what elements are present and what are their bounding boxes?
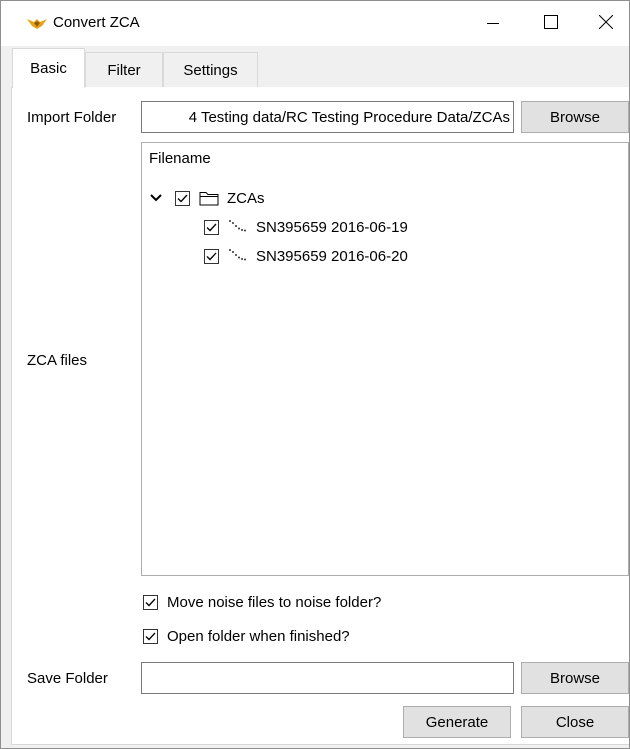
tree-file-label: SN395659 2016-06-20 [256, 247, 408, 265]
open-folder-label[interactable]: Open folder when finished? [167, 628, 350, 645]
open-folder-option[interactable]: Open folder when finished? [143, 625, 350, 647]
minimize-icon [487, 16, 499, 33]
folder-icon [199, 190, 219, 206]
maximize-button[interactable] [528, 1, 574, 47]
title-bar[interactable]: Convert ZCA [1, 0, 629, 46]
tab-basic[interactable]: Basic [12, 48, 85, 88]
tab-settings[interactable]: Settings [163, 52, 258, 87]
app-logo-icon [26, 16, 48, 32]
save-folder-label: Save Folder [27, 670, 108, 687]
move-noise-option[interactable]: Move noise files to noise folder? [143, 591, 381, 613]
root-checkbox[interactable] [175, 190, 190, 206]
close-icon [598, 14, 614, 33]
tab-filter[interactable]: Filter [85, 52, 163, 87]
tree-root-item[interactable]: ZCAs [149, 187, 265, 209]
maximize-icon [544, 15, 558, 33]
tree-file-item[interactable]: SN395659 2016-06-20 [204, 245, 408, 267]
move-noise-label[interactable]: Move noise files to noise folder? [167, 594, 381, 611]
convert-zca-window: Convert ZCA Basic Filter Settings Import… [0, 0, 630, 749]
file-checkbox[interactable] [204, 219, 219, 235]
generate-button[interactable]: Generate [403, 706, 511, 738]
filename-column-header[interactable]: Filename [149, 150, 211, 167]
close-button[interactable]: Close [521, 706, 629, 738]
import-folder-field[interactable]: 4 Testing data/RC Testing Procedure Data… [141, 101, 514, 133]
minimize-button[interactable] [470, 1, 516, 47]
tree-root-label: ZCAs [227, 189, 265, 207]
zca-files-label: ZCA files [27, 352, 88, 369]
zca-file-tree[interactable]: Filename ZCAs SN395659 2016-06-19 SN3956… [141, 142, 629, 576]
move-noise-checkbox[interactable] [143, 594, 158, 610]
zca-file-icon [228, 219, 248, 235]
chevron-down-icon[interactable] [149, 187, 163, 209]
import-browse-button[interactable]: Browse [521, 101, 629, 133]
tree-file-item[interactable]: SN395659 2016-06-19 [204, 216, 408, 238]
close-window-button[interactable] [583, 1, 629, 47]
window-title: Convert ZCA [53, 14, 140, 31]
save-browse-button[interactable]: Browse [521, 662, 629, 694]
import-folder-value: 4 Testing data/RC Testing Procedure Data… [188, 108, 510, 126]
save-folder-input[interactable] [141, 662, 514, 694]
file-checkbox[interactable] [204, 248, 219, 264]
zca-file-icon [228, 248, 248, 264]
tree-file-label: SN395659 2016-06-19 [256, 218, 408, 236]
import-folder-label: Import Folder [27, 109, 117, 126]
open-folder-checkbox[interactable] [143, 628, 158, 644]
